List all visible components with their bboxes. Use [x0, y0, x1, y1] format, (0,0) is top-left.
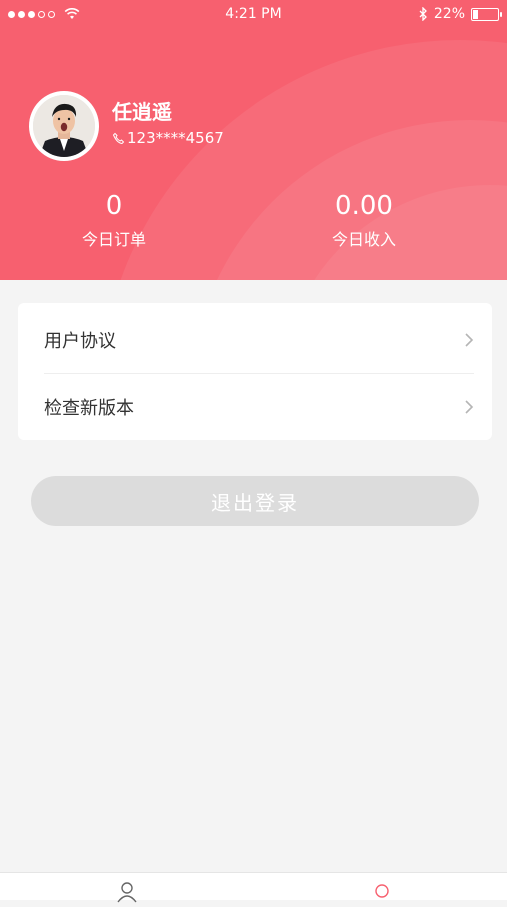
user-phone: 123****4567 — [127, 129, 224, 147]
chevron-right-icon — [465, 333, 474, 347]
avatar[interactable] — [29, 91, 99, 161]
user-name: 任逍遥 — [112, 100, 172, 124]
bluetooth-icon — [419, 7, 427, 21]
battery-icon — [471, 7, 502, 21]
battery-percent: 22% — [433, 6, 465, 22]
settings-card: 用户协议 检查新版本 — [18, 303, 492, 440]
status-bar: 4:21 PM 22% — [0, 0, 507, 30]
avatar-portrait-icon — [33, 95, 95, 157]
stat-income-value: 0.00 — [335, 191, 393, 221]
menu-item-check-update[interactable]: 检查新版本 — [18, 374, 492, 440]
status-right: 22% — [419, 6, 502, 22]
avatar-image — [33, 95, 95, 157]
stat-today-orders: 0 今日订单 — [34, 190, 194, 250]
battery-fill — [473, 9, 479, 19]
phone-icon — [112, 132, 125, 144]
stat-orders-value: 0 — [105, 191, 123, 221]
logout-button[interactable]: 退出登录 — [31, 476, 479, 526]
tab-bar — [0, 872, 507, 903]
user-phone-row: 123****4567 — [112, 129, 224, 147]
stat-today-income: 0.00 今日收入 — [284, 190, 444, 250]
menu-item-label: 用户协议 — [44, 331, 116, 352]
stat-orders-label: 今日订单 — [81, 230, 146, 249]
chevron-right-icon — [465, 400, 474, 414]
menu-item-user-agreement[interactable]: 用户协议 — [18, 307, 492, 373]
profile-header: 4:21 PM 22% 任逍遥 123****4567 0 今日订单 0.00 … — [0, 0, 507, 280]
stat-income-label: 今日收入 — [331, 230, 396, 249]
menu-item-label: 检查新版本 — [44, 398, 134, 419]
